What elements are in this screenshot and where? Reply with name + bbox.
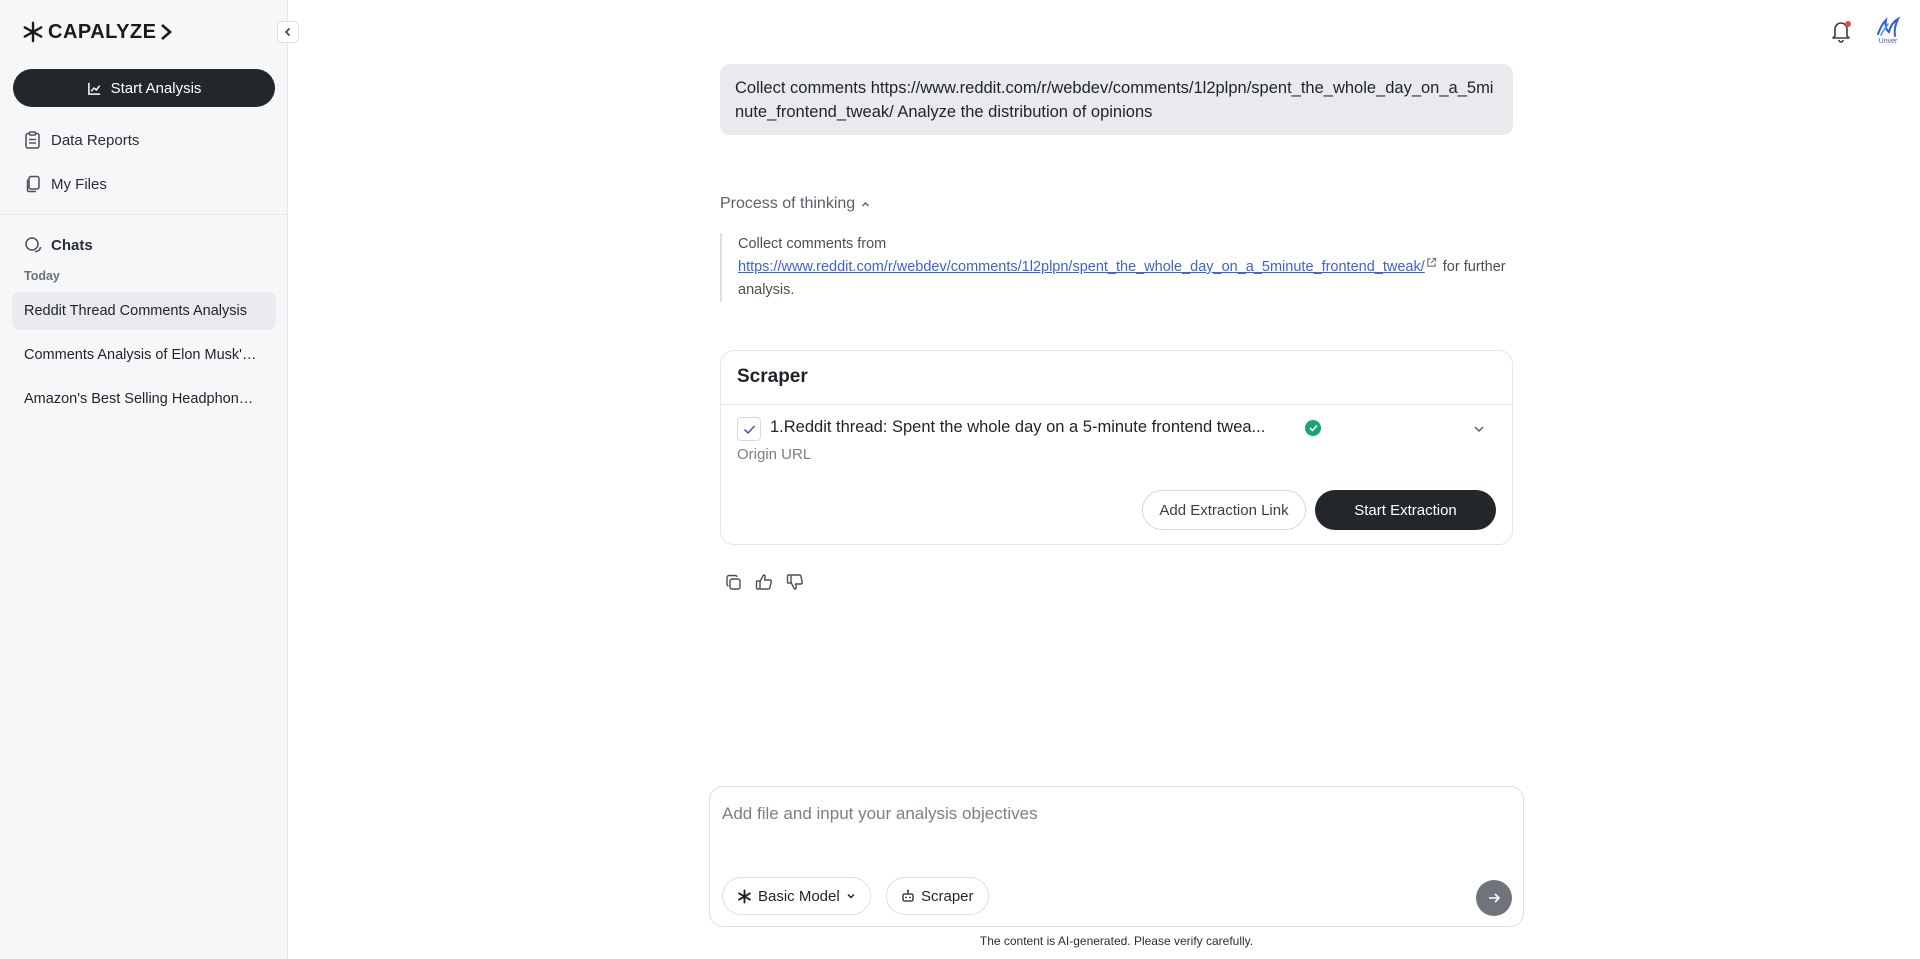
avatar[interactable]: Unver xyxy=(1874,16,1902,50)
start-analysis-label: Start Analysis xyxy=(110,79,202,97)
university-logo-icon xyxy=(1877,16,1901,37)
thumbs-down-icon[interactable] xyxy=(785,572,805,592)
sidebar: CAPALYZE Start Analysis Data Reports My … xyxy=(0,0,288,959)
thinking-label: Process of thinking xyxy=(720,195,856,212)
brand-name: CAPALYZE xyxy=(48,20,157,43)
scraper-toggle-label: Scraper xyxy=(921,887,974,905)
clipboard-icon xyxy=(25,131,40,149)
nav-item-my-files[interactable]: My Files xyxy=(24,172,107,196)
scraper-card-title: Scraper xyxy=(737,366,808,387)
files-icon xyxy=(26,175,40,193)
chats-heading: Chats xyxy=(24,236,93,254)
chevron-right-logo-icon xyxy=(161,24,173,40)
chevron-left-icon xyxy=(284,27,291,37)
scraper-card: Scraper 1.Reddit thread: Spent the whole… xyxy=(720,350,1513,545)
asterisk-icon xyxy=(738,888,751,904)
card-divider xyxy=(721,404,1512,405)
add-extraction-link-button[interactable]: Add Extraction Link xyxy=(1142,490,1306,530)
copy-icon[interactable] xyxy=(723,572,743,592)
notification-dot xyxy=(1845,21,1851,27)
model-select[interactable]: Basic Model xyxy=(722,877,871,915)
arrow-right-icon xyxy=(1489,893,1501,903)
chat-item-label: Comments Analysis of Elon Musk's Tweet xyxy=(24,347,260,363)
chevron-down-icon[interactable] xyxy=(1471,421,1487,437)
thinking-content: Collect comments from https://www.reddit… xyxy=(720,233,1513,302)
user-message-bubble: Collect comments https://www.reddit.com/… xyxy=(720,64,1513,135)
chats-heading-label: Chats xyxy=(51,236,93,254)
scraper-item-title[interactable]: 1.Reddit thread: Spent the whole day on … xyxy=(770,418,1265,437)
chevron-down-icon xyxy=(847,893,855,899)
asterisk-logo-icon xyxy=(23,21,43,43)
scraper-toggle[interactable]: Scraper xyxy=(886,877,989,915)
chevron-up-icon xyxy=(862,201,870,206)
success-check-icon xyxy=(1305,420,1321,436)
nav-item-label: My Files xyxy=(51,175,107,193)
chat-item-amazon[interactable]: Amazon's Best Selling Headphones Analysi… xyxy=(12,380,276,418)
nav-item-label: Data Reports xyxy=(51,131,140,149)
line-chart-icon xyxy=(87,82,100,95)
robot-icon xyxy=(902,889,914,902)
composer: Basic Model Scraper xyxy=(709,786,1524,927)
sidebar-divider xyxy=(0,214,288,215)
external-link-icon xyxy=(1427,257,1436,267)
checkmark-icon xyxy=(743,424,755,434)
thinking-toggle[interactable]: Process of thinking xyxy=(720,195,870,213)
chat-bubbles-icon xyxy=(25,237,42,253)
start-analysis-button[interactable]: Start Analysis xyxy=(13,69,275,107)
send-button[interactable] xyxy=(1476,880,1512,916)
chat-item-reddit[interactable]: Reddit Thread Comments Analysis xyxy=(12,292,276,330)
start-extraction-button[interactable]: Start Extraction xyxy=(1315,490,1496,530)
chat-item-label: Amazon's Best Selling Headphones Analysi… xyxy=(24,391,260,407)
collapse-sidebar-button[interactable] xyxy=(277,21,299,43)
brand-logo[interactable]: CAPALYZE xyxy=(22,20,173,44)
message-actions xyxy=(723,572,805,592)
item-checkbox[interactable] xyxy=(737,417,761,441)
avatar-label: Unver xyxy=(1878,38,1898,45)
nav-item-data-reports[interactable]: Data Reports xyxy=(24,128,139,152)
origin-url-label[interactable]: Origin URL xyxy=(737,446,811,463)
today-label: Today xyxy=(24,269,60,283)
chat-item-elon[interactable]: Comments Analysis of Elon Musk's Tweet xyxy=(12,336,276,374)
chat-item-label: Reddit Thread Comments Analysis xyxy=(24,303,247,319)
thumbs-up-icon[interactable] xyxy=(754,572,774,592)
thinking-link[interactable]: https://www.reddit.com/r/webdev/comments… xyxy=(738,259,1425,275)
model-select-label: Basic Model xyxy=(758,887,840,905)
thinking-prefix: Collect comments from xyxy=(738,236,887,252)
ai-disclaimer: The content is AI-generated. Please veri… xyxy=(979,934,1254,948)
analysis-objective-input[interactable] xyxy=(722,799,1512,829)
